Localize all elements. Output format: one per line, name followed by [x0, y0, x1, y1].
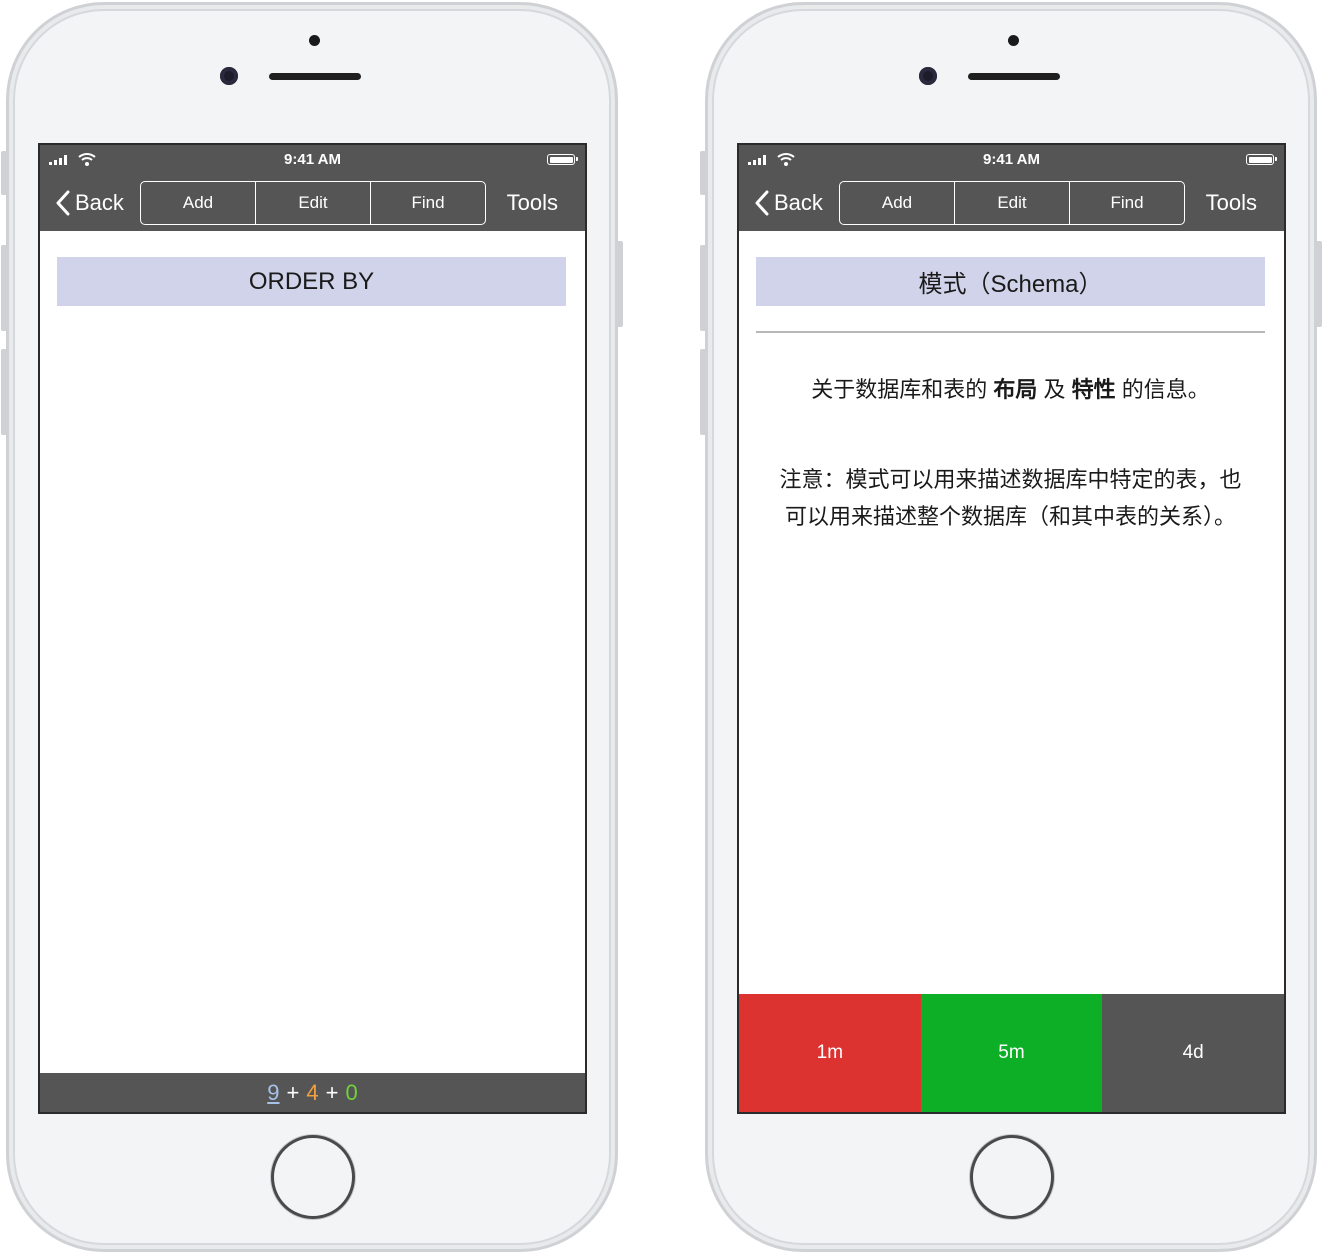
- battery-icon: [1246, 154, 1277, 165]
- desc-text: 及: [1037, 377, 1072, 402]
- review-actions: 1m 5m 4d: [739, 994, 1284, 1112]
- desc-text: 的信息。: [1115, 377, 1210, 402]
- power-button: [617, 241, 623, 327]
- volume-up-button: [1, 245, 7, 331]
- battery-icon: [547, 154, 578, 165]
- power-button: [1316, 241, 1322, 327]
- volume-up-button: [700, 245, 706, 331]
- count-green: 0: [345, 1079, 358, 1105]
- card-description: 关于数据库和表的 布局 及 特性 的信息。: [759, 373, 1262, 407]
- add-segment[interactable]: Add: [141, 182, 255, 224]
- home-button[interactable]: [271, 1135, 355, 1219]
- divider: [756, 331, 1265, 333]
- mute-switch: [700, 151, 706, 195]
- again-1m-button[interactable]: 1m: [739, 994, 921, 1112]
- card-note: 注意：模式可以用来描述数据库中特定的表，也可以用来描述整个数据库（和其中表的关系…: [779, 467, 1242, 529]
- status-bar: 9:41 AM: [739, 145, 1284, 175]
- count-orange: 4: [306, 1079, 319, 1105]
- desc-bold-layout: 布局: [993, 377, 1038, 402]
- tools-button[interactable]: Tools: [1206, 190, 1257, 216]
- home-button[interactable]: [970, 1135, 1054, 1219]
- back-button[interactable]: Back: [56, 188, 124, 218]
- tools-button[interactable]: Tools: [507, 190, 558, 216]
- page-title: 模式（Schema）: [756, 257, 1265, 306]
- earpiece-speaker: [269, 73, 361, 80]
- add-segment[interactable]: Add: [840, 182, 954, 224]
- plus-sign: +: [325, 1079, 339, 1105]
- mute-switch: [1, 151, 7, 195]
- phone-left: 9:41 AM Back Add Edit Find Tools ORDER B…: [1, 2, 623, 1252]
- plus-sign: +: [286, 1079, 300, 1105]
- back-label: Back: [774, 190, 823, 215]
- front-camera: [220, 67, 238, 85]
- proximity-sensor: [309, 35, 320, 46]
- good-5m-button[interactable]: 5m: [920, 994, 1103, 1112]
- find-segment[interactable]: Find: [1069, 182, 1184, 224]
- nav-bar: Back Add Edit Find Tools: [40, 175, 585, 231]
- edit-segment[interactable]: Edit: [954, 182, 1069, 224]
- segmented-control: Add Edit Find: [140, 181, 486, 225]
- status-time: 9:41 AM: [983, 151, 1040, 168]
- proximity-sensor: [1008, 35, 1019, 46]
- volume-down-button: [700, 349, 706, 435]
- status-bar: 9:41 AM: [40, 145, 585, 175]
- front-camera: [919, 67, 937, 85]
- nav-bar: Back Add Edit Find Tools: [739, 175, 1284, 231]
- chevron-left-icon: [755, 190, 769, 216]
- find-segment[interactable]: Find: [370, 182, 485, 224]
- edit-segment[interactable]: Edit: [255, 182, 370, 224]
- desc-text: 关于数据库和表的: [811, 377, 994, 402]
- phone-right: 9:41 AM Back Add Edit Find Tools 模式（Sche…: [700, 2, 1322, 1252]
- back-label: Back: [75, 190, 124, 215]
- easy-4d-button[interactable]: 4d: [1102, 994, 1284, 1112]
- score-footer: 9 + 4 + 0: [40, 1073, 585, 1112]
- segmented-control: Add Edit Find: [839, 181, 1185, 225]
- status-time: 9:41 AM: [284, 151, 341, 168]
- chevron-left-icon: [56, 190, 70, 216]
- screen: 9:41 AM Back Add Edit Find Tools 模式（Sche…: [737, 143, 1286, 1114]
- desc-bold-traits: 特性: [1071, 377, 1116, 402]
- earpiece-speaker: [968, 73, 1060, 80]
- page-title: ORDER BY: [57, 257, 566, 306]
- screen: 9:41 AM Back Add Edit Find Tools ORDER B…: [38, 143, 587, 1114]
- back-button[interactable]: Back: [755, 188, 823, 218]
- count-blue[interactable]: 9: [267, 1080, 279, 1106]
- volume-down-button: [1, 349, 7, 435]
